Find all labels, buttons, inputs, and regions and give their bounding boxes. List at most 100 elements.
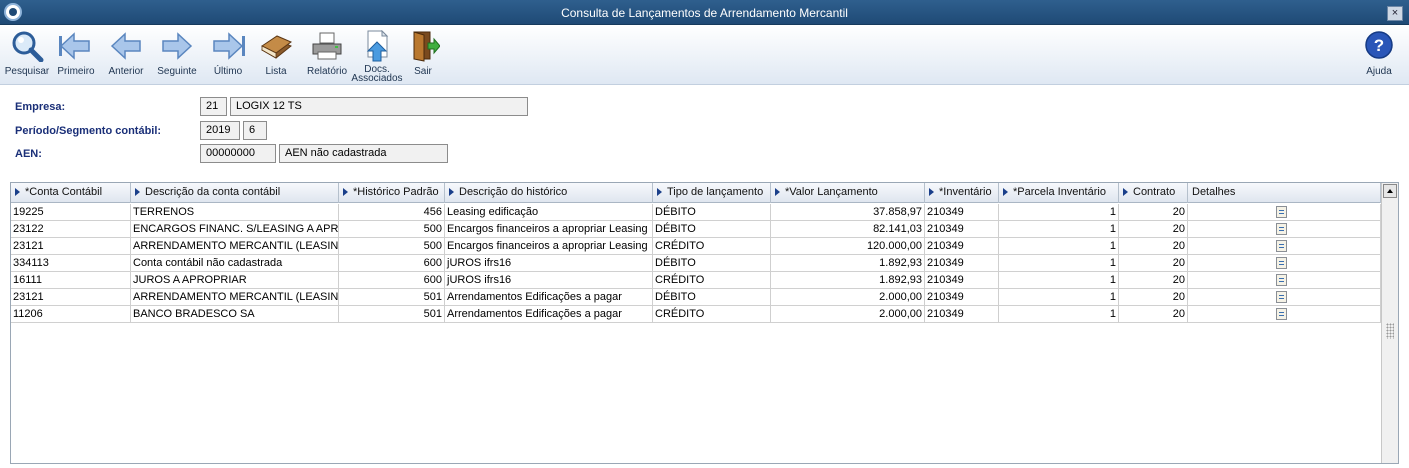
cell-inventory-installment: 1: [999, 221, 1119, 238]
cell-inventory-installment: 1: [999, 204, 1119, 221]
cell-standard-history: 500: [339, 238, 445, 255]
cell-contract: 20: [1119, 204, 1188, 221]
cell-standard-history: 501: [339, 289, 445, 306]
cell-details[interactable]: [1188, 289, 1381, 306]
cell-details[interactable]: [1188, 238, 1381, 255]
column-header-account-description[interactable]: Descrição da conta contábil: [131, 183, 339, 203]
cell-inventory-installment: 1: [999, 238, 1119, 255]
close-button[interactable]: ×: [1387, 6, 1403, 21]
column-header-history-description[interactable]: Descrição do histórico: [445, 183, 653, 203]
cell-details[interactable]: [1188, 221, 1381, 238]
first-button[interactable]: Primeiro: [51, 30, 101, 82]
details-icon[interactable]: [1276, 240, 1287, 252]
exit-button-label: Sair: [414, 66, 432, 77]
cell-details[interactable]: [1188, 272, 1381, 289]
aen-name-field[interactable]: AEN não cadastrada: [279, 144, 448, 163]
column-header-entry-type[interactable]: Tipo de lançamento: [653, 183, 771, 203]
sort-arrow-icon: [1003, 188, 1008, 196]
cell-history-description: Arrendamentos Edificações a pagar: [445, 306, 653, 323]
details-icon[interactable]: [1276, 274, 1287, 286]
periodo-year-field[interactable]: 2019: [200, 121, 240, 140]
vertical-scrollbar[interactable]: [1381, 183, 1398, 463]
sort-arrow-icon: [1123, 188, 1128, 196]
sort-arrow-icon: [929, 188, 934, 196]
help-button[interactable]: ? Ajuda: [1354, 30, 1404, 82]
column-header-entry-value[interactable]: *Valor Lançamento: [771, 183, 925, 203]
empresa-label: Empresa:: [15, 101, 66, 113]
column-header-inventory[interactable]: *Inventário: [925, 183, 999, 203]
column-header-contract[interactable]: Contrato: [1119, 183, 1188, 203]
column-header-label: *Conta Contábil: [25, 186, 103, 198]
list-button[interactable]: Lista: [251, 30, 301, 82]
cell-details[interactable]: [1188, 255, 1381, 272]
cell-contract: 20: [1119, 289, 1188, 306]
empresa-code-field[interactable]: 21: [200, 97, 227, 116]
first-arrow-icon: [59, 32, 90, 60]
table-row[interactable]: 11206 BANCO BRADESCO SA 501 Arrendamentos E…: [11, 306, 1381, 323]
details-icon[interactable]: [1276, 308, 1287, 320]
table-row[interactable]: 19225 TERRENOS 456 Leasing edificação DÉBITO…: [11, 204, 1381, 221]
next-button[interactable]: Seguinte: [152, 30, 202, 82]
document-upload-icon: [366, 30, 389, 62]
cell-entry-type: DÉBITO: [653, 255, 771, 272]
cell-entry-type: CRÉDITO: [653, 272, 771, 289]
cell-history-description: jUROS ifrs16: [445, 272, 653, 289]
cell-inventory: 210349: [925, 306, 999, 323]
scroll-up-button[interactable]: [1383, 184, 1397, 198]
details-icon[interactable]: [1276, 223, 1287, 235]
right-arrow-icon: [162, 32, 193, 60]
table-row[interactable]: 16111 JUROS A APROPRIAR 600 jUROS ifrs16 CRÉ…: [11, 272, 1381, 289]
last-arrow-icon: [213, 32, 245, 60]
column-header-label: Descrição do histórico: [459, 186, 568, 198]
details-icon[interactable]: [1276, 257, 1287, 269]
table-row[interactable]: 23121 ARRENDAMENTO MERCANTIL (LEASING) 500…: [11, 238, 1381, 255]
cell-account: 23122: [11, 221, 131, 238]
toolbar: Pesquisar Primeiro Anterior Seguinte Últ…: [0, 25, 1409, 85]
table-row[interactable]: 334113 Conta contábil não cadastrada 600 jU…: [11, 255, 1381, 272]
left-arrow-icon: [110, 32, 141, 60]
cell-account-description: TERRENOS: [131, 204, 339, 221]
cell-inventory-installment: 1: [999, 306, 1119, 323]
column-header-label: *Parcela Inventário: [1013, 186, 1106, 198]
exit-door-icon: [413, 31, 440, 62]
report-button[interactable]: Relatório: [302, 30, 352, 82]
table-row[interactable]: 23122 ENCARGOS FINANC. S/LEASING A APROF 5…: [11, 221, 1381, 238]
scroll-grip[interactable]: [1386, 323, 1394, 339]
cell-standard-history: 501: [339, 306, 445, 323]
column-header-label: Descrição da conta contábil: [145, 186, 281, 198]
sort-arrow-icon: [343, 188, 348, 196]
cell-inventory-installment: 1: [999, 255, 1119, 272]
cell-account-description: ARRENDAMENTO MERCANTIL (LEASING): [131, 238, 339, 255]
cell-entry-type: CRÉDITO: [653, 306, 771, 323]
cell-account: 23121: [11, 289, 131, 306]
details-icon[interactable]: [1276, 291, 1287, 303]
cell-details[interactable]: [1188, 306, 1381, 323]
cell-account: 19225: [11, 204, 131, 221]
aen-code-field[interactable]: 00000000: [200, 144, 276, 163]
exit-button[interactable]: Sair: [398, 30, 448, 82]
previous-button[interactable]: Anterior: [101, 30, 151, 82]
cell-entry-value: 1.892,93: [771, 255, 925, 272]
entries-grid[interactable]: *Conta Contábil Descrição da conta contáb…: [10, 182, 1399, 464]
sort-arrow-icon: [775, 188, 780, 196]
cell-inventory-installment: 1: [999, 289, 1119, 306]
cell-history-description: Leasing edificação: [445, 204, 653, 221]
aen-label: AEN:: [15, 148, 42, 160]
cell-standard-history: 600: [339, 272, 445, 289]
cell-details[interactable]: [1188, 204, 1381, 221]
help-button-label: Ajuda: [1366, 66, 1392, 77]
table-row[interactable]: 23121 ARRENDAMENTO MERCANTIL (LEASING) 501…: [11, 289, 1381, 306]
segment-field[interactable]: 6: [243, 121, 267, 140]
cell-inventory: 210349: [925, 272, 999, 289]
column-header-details[interactable]: Detalhes: [1188, 183, 1381, 203]
empresa-name-field[interactable]: LOGIX 12 TS: [230, 97, 528, 116]
cell-entry-value: 120.000,00: [771, 238, 925, 255]
column-header-standard-history[interactable]: *Histórico Padrão: [339, 183, 445, 203]
column-header-inventory-installment[interactable]: *Parcela Inventário: [999, 183, 1119, 203]
column-header-account[interactable]: *Conta Contábil: [11, 183, 131, 203]
details-icon[interactable]: [1276, 206, 1287, 218]
cell-entry-value: 82.141,03: [771, 221, 925, 238]
cell-inventory-installment: 1: [999, 272, 1119, 289]
cell-account: 16111: [11, 272, 131, 289]
cell-account: 23121: [11, 238, 131, 255]
